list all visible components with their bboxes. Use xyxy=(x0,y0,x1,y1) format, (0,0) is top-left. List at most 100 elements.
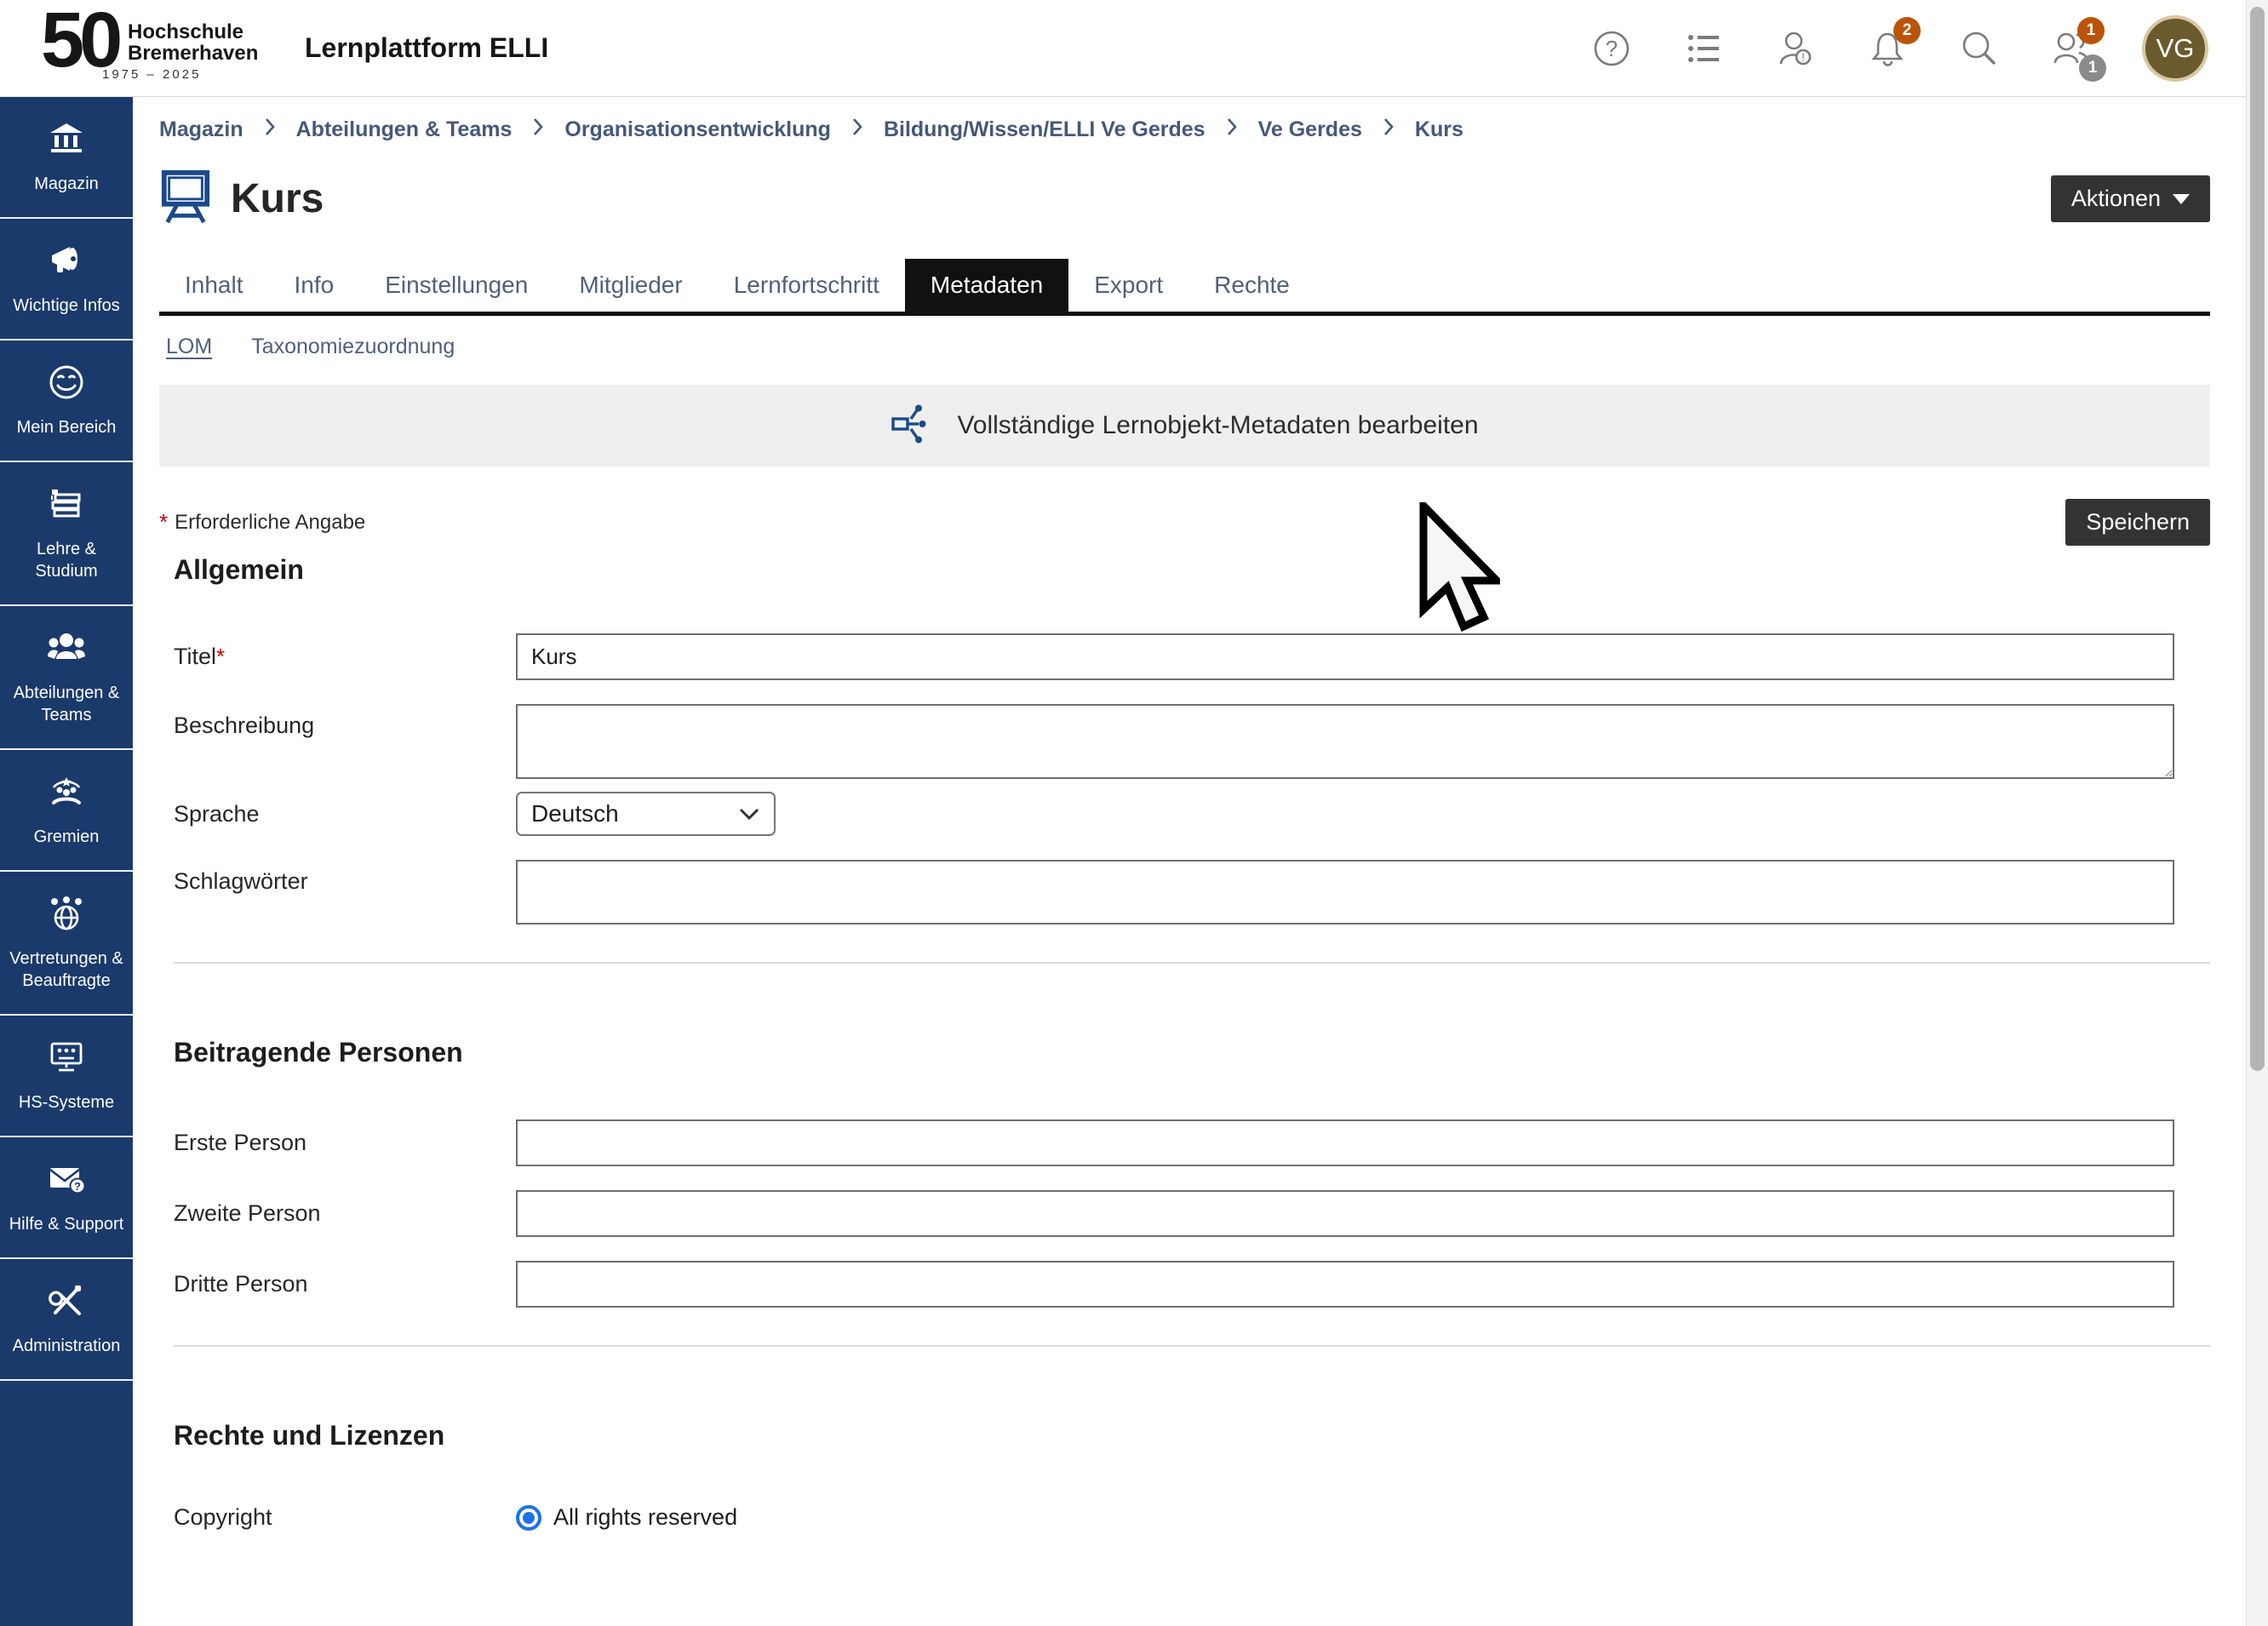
main-content: Magazin Abteilungen & Teams Organisation… xyxy=(133,97,2246,1626)
erste-person-input[interactable] xyxy=(516,1119,2174,1166)
sidebar-item-administration[interactable]: Administration xyxy=(0,1259,133,1381)
tab-rechte[interactable]: Rechte xyxy=(1188,259,1315,312)
tab-export[interactable]: Export xyxy=(1068,259,1188,312)
sidebar-item-label: Abteilungen & Teams xyxy=(5,682,128,726)
tab-metadaten[interactable]: Metadaten xyxy=(905,259,1068,312)
breadcrumb-item[interactable]: Ve Gerdes xyxy=(1258,117,1362,142)
lom-form: Allgemein Titel* Beschreibung Sprache De… xyxy=(159,554,2210,1531)
section-divider xyxy=(174,962,2210,964)
sidebar-item-hilfe-support[interactable]: ? Hilfe & Support xyxy=(0,1137,133,1259)
list-icon[interactable] xyxy=(1682,27,1725,70)
zweite-person-input[interactable] xyxy=(516,1190,2174,1237)
chevron-down-icon xyxy=(738,807,760,821)
course-board-icon xyxy=(159,168,212,230)
section-heading-rechte: Rechte und Lizenzen xyxy=(174,1420,2210,1451)
titel-input[interactable] xyxy=(516,633,2174,680)
logo-years: 1975 – 2025 xyxy=(102,67,201,82)
sidebar-item-hs-systeme[interactable]: HS-Systeme xyxy=(0,1016,133,1137)
search-icon[interactable] xyxy=(1958,27,2001,70)
schlagwoerter-input[interactable] xyxy=(516,860,2174,925)
university-logo[interactable]: 50 Hochschule Bremerhaven 1975 – 2025 xyxy=(41,6,243,91)
globe-people-icon xyxy=(47,894,86,937)
tab-info[interactable]: Info xyxy=(269,259,360,312)
header-icon-bar: ? ! 2 xyxy=(1590,15,2208,82)
dritte-person-input[interactable] xyxy=(516,1261,2174,1308)
subtab-lom[interactable]: LOM xyxy=(166,335,212,359)
megaphone-icon xyxy=(47,241,86,284)
sidebar-item-vertretungen[interactable]: Vertretungen & Beauftragte xyxy=(0,872,133,1016)
top-header: 50 Hochschule Bremerhaven 1975 – 2025 Le… xyxy=(0,0,2268,97)
sidebar-item-label: HS-Systeme xyxy=(19,1091,114,1114)
svg-text:?: ? xyxy=(1606,36,1618,61)
sidebar-item-magazin[interactable]: Magazin xyxy=(0,97,133,219)
zweite-person-label: Zweite Person xyxy=(174,1200,516,1227)
page-title: Kurs xyxy=(231,175,324,222)
aktionen-button[interactable]: Aktionen xyxy=(2051,175,2210,222)
sprache-row: Sprache Deutsch xyxy=(174,792,2210,836)
dritte-person-label: Dritte Person xyxy=(174,1271,516,1297)
tab-mitglieder[interactable]: Mitglieder xyxy=(553,259,707,312)
zweite-person-row: Zweite Person xyxy=(174,1190,2210,1237)
svg-text:?: ? xyxy=(74,1180,81,1193)
titel-row: Titel* xyxy=(174,633,2210,680)
banner-label: Vollständige Lernobjekt-Metadaten bearbe… xyxy=(957,411,1478,440)
sidebar-item-gremien[interactable]: Gremien xyxy=(0,750,133,872)
assembly-icon xyxy=(47,772,86,816)
subtab-bar: LOM Taxonomiezuordnung xyxy=(159,335,2210,359)
logo-line1: Hochschule xyxy=(128,21,258,43)
sidebar-item-label: Gremien xyxy=(34,826,100,848)
copyright-option-label: All rights reserved xyxy=(553,1504,737,1531)
schlagwoerter-row: Schlagwörter xyxy=(174,860,2210,925)
chevron-right-icon xyxy=(532,117,544,142)
tab-bar: Inhalt Info Einstellungen Mitglieder Ler… xyxy=(159,259,2210,316)
contacts-icon[interactable]: 1 1 xyxy=(2050,27,2093,70)
bell-icon[interactable]: 2 xyxy=(1866,27,1909,70)
required-note: Erforderliche Angabe xyxy=(175,511,365,535)
form-header-row: * Erforderliche Angabe Speichern xyxy=(159,499,2210,546)
beschreibung-textarea[interactable] xyxy=(516,704,2174,779)
section-divider xyxy=(174,1345,2210,1347)
sidebar-item-abteilungen-teams[interactable]: Abteilungen & Teams xyxy=(0,606,133,750)
speichern-button[interactable]: Speichern xyxy=(2065,499,2210,546)
breadcrumb-item[interactable]: Magazin xyxy=(159,117,243,142)
tab-einstellungen[interactable]: Einstellungen xyxy=(359,259,553,312)
sprache-select[interactable]: Deutsch xyxy=(516,792,776,836)
user-alert-icon[interactable]: ! xyxy=(1774,27,1817,70)
breadcrumb-item[interactable]: Organisationsentwicklung xyxy=(564,117,831,142)
sidebar-item-label: Lehre & Studium xyxy=(5,538,128,582)
sprache-label: Sprache xyxy=(174,801,516,827)
beschreibung-label: Beschreibung xyxy=(174,704,516,739)
section-heading-beitragende: Beitragende Personen xyxy=(174,1037,2210,1068)
avatar[interactable]: VG xyxy=(2142,15,2208,82)
books-icon xyxy=(47,484,86,528)
sidebar-item-wichtige-infos[interactable]: Wichtige Infos xyxy=(0,219,133,341)
sidebar-filler xyxy=(0,1381,133,1626)
subtab-taxonomiezuordnung[interactable]: Taxonomiezuordnung xyxy=(251,335,455,359)
sidebar-item-mein-bereich[interactable]: Mein Bereich xyxy=(0,341,133,462)
edit-full-metadata-banner[interactable]: Vollständige Lernobjekt-Metadaten bearbe… xyxy=(159,385,2210,467)
sprache-selected-value: Deutsch xyxy=(531,800,619,827)
sidebar-item-label: Hilfe & Support xyxy=(9,1213,124,1235)
bank-icon xyxy=(47,119,86,163)
notifications-badge: 2 xyxy=(1893,17,1921,44)
section-heading-allgemein: Allgemein xyxy=(174,554,2210,586)
contacts-new-badge: 1 xyxy=(2077,17,2105,44)
help-icon[interactable]: ? xyxy=(1590,27,1633,70)
tab-lernfortschritt[interactable]: Lernfortschritt xyxy=(708,259,905,312)
erste-person-label: Erste Person xyxy=(174,1130,516,1156)
tools-icon xyxy=(47,1281,86,1325)
sidebar-item-lehre-studium[interactable]: Lehre & Studium xyxy=(0,462,133,606)
erste-person-row: Erste Person xyxy=(174,1119,2210,1166)
required-marker: * xyxy=(216,644,225,669)
scrollbar-thumb[interactable] xyxy=(2250,7,2265,1071)
metadata-node-icon xyxy=(891,402,935,450)
copyright-radio-selected[interactable] xyxy=(516,1505,541,1531)
logo-line2: Bremerhaven xyxy=(128,43,258,65)
schlagwoerter-label: Schlagwörter xyxy=(174,860,516,895)
breadcrumb-item[interactable]: Bildung/Wissen/ELLI Ve Gerdes xyxy=(884,117,1206,142)
breadcrumb-item[interactable]: Abteilungen & Teams xyxy=(296,117,513,142)
vertical-scrollbar[interactable] xyxy=(2246,0,2268,1626)
breadcrumb-item[interactable]: Kurs xyxy=(1415,117,1463,142)
tab-inhalt[interactable]: Inhalt xyxy=(159,259,269,312)
chevron-right-icon xyxy=(1226,117,1238,142)
